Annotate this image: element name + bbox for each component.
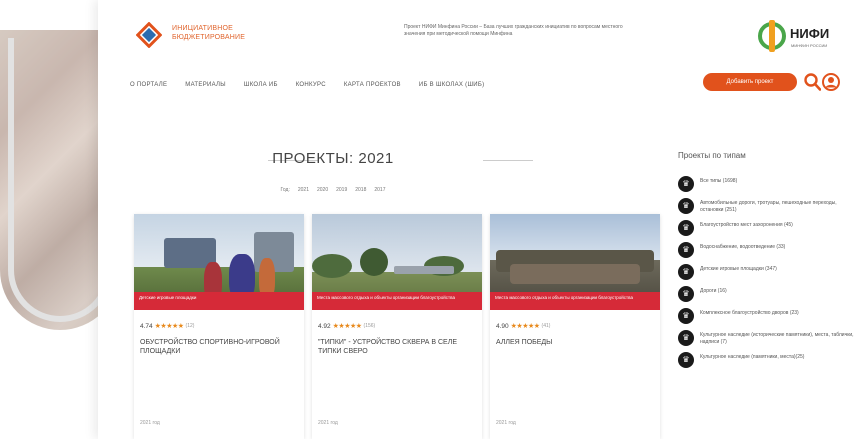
trophy-icon: ♛ [678,308,694,324]
user-icon[interactable] [822,73,840,91]
project-year: 2021 год [140,420,160,426]
project-rating: 4.92 ★★★★★ (156) [318,322,376,331]
project-category[interactable]: Детские игровые площадки [134,292,304,310]
logo-text[interactable]: ИНИЦИАТИВНОЕ БЮДЖЕТИРОВАНИЕ [172,24,292,42]
year-filter-2018[interactable]: 2018 [355,187,366,193]
rating-count: (156) [363,323,376,329]
star-rating-icon: ★★★★★ [154,323,184,330]
trophy-icon: ♛ [678,242,694,258]
nav-item-about[interactable]: О ПОРТАЛЕ [130,78,167,92]
nav-item-school[interactable]: ШКОЛА ИБ [244,78,278,92]
sidebar-item[interactable]: ♛ Автомобильные дороги, тротуары, пешехо… [678,198,858,214]
sidebar-title: Проекты по типам [678,151,746,160]
header-blurb: Проект НИФИ Минфина России – База лучших… [404,24,623,37]
trophy-icon: ♛ [678,286,694,302]
sidebar-item-label[interactable]: Культурное наследие (памятники, места)(2… [700,352,804,361]
sidebar-item[interactable]: ♛ Комплексное благоустройство дворов (23… [678,308,858,324]
trophy-icon: ♛ [678,264,694,280]
rating-count: (12) [185,323,195,329]
year-filter-2017[interactable]: 2017 [374,187,385,193]
project-card[interactable]: Места массового отдыха и объекты организ… [490,214,660,439]
trophy-icon: ♛ [678,176,694,192]
sidebar-item[interactable]: ♛ Культурное наследие (исторические памя… [678,330,858,346]
screenshot: ИНИЦИАТИВНОЕ БЮДЖЕТИРОВАНИЕ Проект НИФИ … [0,0,867,439]
main-nav: О ПОРТАЛЕ МАТЕРИАЛЫ ШКОЛА ИБ КОНКУРС КАР… [130,78,484,92]
sidebar-item-label[interactable]: Водоснабжение, водоотведение (33) [700,242,785,251]
year-filter-label: Год: [280,187,290,193]
project-rating: 4.74 ★★★★★ (12) [140,322,195,331]
sidebar-item-label[interactable]: Благоустройство мест захоронения (45) [700,220,793,229]
year-filter: Год: 2021 2020 2019 2018 2017 [98,187,568,193]
star-rating-icon: ★★★★★ [332,323,362,330]
sidebar-item[interactable]: ♛ Благоустройство мест захоронения (45) [678,220,858,236]
sidebar-item[interactable]: ♛ Детские игровые площадки (347) [678,264,858,280]
site-header: ИНИЦИАТИВНОЕ БЮДЖЕТИРОВАНИЕ Проект НИФИ … [98,0,867,62]
rating-value: 4.90 [496,322,509,330]
project-category[interactable]: Места массового отдыха и объекты организ… [490,292,660,310]
project-rating: 4.90 ★★★★★ (41) [496,322,551,331]
year-filter-2020[interactable]: 2020 [317,187,328,193]
project-title[interactable]: АЛЛЕЯ ПОБЕДЫ [496,338,654,347]
trophy-icon: ♛ [678,220,694,236]
partner-subtitle: Минфин России [791,43,828,48]
sidebar-item-label[interactable]: Детские игровые площадки (347) [700,264,777,273]
star-rating-icon: ★★★★★ [510,323,540,330]
nav-item-map[interactable]: КАРТА ПРОЕКТОВ [344,78,401,92]
title-rule-right [483,160,533,161]
sidebar-item-label[interactable]: Все типы (1698) [700,176,737,185]
trophy-icon: ♛ [678,352,694,368]
trophy-icon: ♛ [678,330,694,346]
project-type-list: ♛ Все типы (1698) ♛ Автомобильные дороги… [678,176,858,374]
year-filter-2019[interactable]: 2019 [336,187,347,193]
page-title: ПРОЕКТЫ: 2021 [272,150,394,167]
rating-count: (41) [541,323,551,329]
logo-mark[interactable] [136,22,162,48]
partner-logo[interactable]: НИФИ Минфин России [758,20,858,52]
partner-name: НИФИ [790,26,830,41]
project-title[interactable]: ОБУСТРОЙСТВО СПОРТИВНО-ИГРОВОЙ ПЛОЩАДКИ [140,338,298,356]
sidebar-item[interactable]: ♛ Дороги (16) [678,286,858,302]
sidebar-item[interactable]: ♛ Культурное наследие (памятники, места)… [678,352,858,368]
rating-value: 4.74 [140,322,153,330]
sidebar-item-label[interactable]: Дороги (16) [700,286,727,295]
project-year: 2021 год [318,420,338,426]
sidebar-item[interactable]: ♛ Водоснабжение, водоотведение (33) [678,242,858,258]
rating-value: 4.92 [318,322,331,330]
nav-item-contest[interactable]: КОНКУРС [296,78,326,92]
website: ИНИЦИАТИВНОЕ БЮДЖЕТИРОВАНИЕ Проект НИФИ … [98,0,867,439]
search-icon[interactable] [804,73,821,91]
sidebar-item[interactable]: ♛ Все типы (1698) [678,176,858,192]
nav-item-schools[interactable]: ИБ В ШКОЛАХ (ШИБ) [419,78,485,92]
sidebar-item-label[interactable]: Комплексное благоустройство дворов (23) [700,308,799,317]
project-title[interactable]: "ТИПКИ" - УСТРОЙСТВО СКВЕРА В СЕЛЕ ТИПКИ… [318,338,476,356]
project-category[interactable]: Места массового отдыха и объекты организ… [312,292,482,310]
sidebar-item-label[interactable]: Культурное наследие (исторические памятн… [700,330,858,345]
project-card[interactable]: Места массового отдыха и объекты организ… [312,214,482,439]
project-card[interactable]: Детские игровые площадки 4.74 ★★★★★ (12)… [134,214,304,439]
partner-logo-bar [769,20,775,52]
add-project-button[interactable]: Добавить проект [703,73,797,91]
nav-item-materials[interactable]: МАТЕРИАЛЫ [185,78,226,92]
year-filter-2021[interactable]: 2021 [298,187,309,193]
project-year: 2021 год [496,420,516,426]
sidebar-item-label[interactable]: Автомобильные дороги, тротуары, пешеходн… [700,198,858,213]
trophy-icon: ♛ [678,198,694,214]
